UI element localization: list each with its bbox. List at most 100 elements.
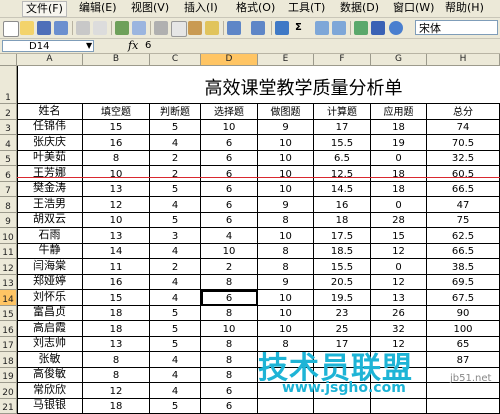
score-cell[interactable]: 4 [150,352,201,368]
score-cell[interactable]: 10 [258,166,314,182]
menu-file[interactable]: 文件(F) [22,1,67,17]
score-cell[interactable]: 8 [201,352,258,368]
cut-icon[interactable] [154,21,168,35]
row-header[interactable]: 10 [0,228,17,244]
menu-tools[interactable]: 工具(T) [285,1,328,15]
print-icon[interactable] [76,21,90,35]
row-header[interactable]: 13 [0,274,17,290]
score-cell[interactable]: 18 [83,321,150,337]
row-header[interactable]: 19 [0,367,17,383]
score-cell[interactable]: 10 [83,166,150,182]
score-cell[interactable]: 8 [83,352,150,368]
score-cell[interactable]: 10 [258,228,314,244]
row-header[interactable]: 1 [0,66,17,104]
student-name-cell[interactable]: 常欣欣 [17,383,83,399]
score-cell[interactable]: 4 [201,228,258,244]
score-cell[interactable]: 5 [150,119,201,135]
score-cell[interactable]: 0 [371,197,427,213]
score-cell[interactable]: 67.5 [427,290,500,306]
name-box[interactable]: D14 [2,40,94,52]
score-cell[interactable]: 62.5 [427,228,500,244]
score-cell[interactable]: 75 [427,212,500,228]
score-cell[interactable]: 4 [150,290,201,306]
row-header[interactable]: 15 [0,305,17,321]
score-cell[interactable]: 100 [427,321,500,337]
menu-format[interactable]: 格式(O) [233,1,278,15]
column-title-cell[interactable]: 填空题 [83,104,150,120]
score-cell[interactable]: 4 [150,274,201,290]
score-cell[interactable]: 15.5 [314,259,371,275]
score-cell[interactable]: 12 [83,383,150,399]
paste-icon[interactable] [188,21,202,35]
select-all-corner[interactable] [0,54,17,66]
student-name-cell[interactable]: 刘怀乐 [17,290,83,306]
score-cell[interactable]: 70.5 [427,135,500,151]
student-name-cell[interactable]: 叶美茹 [17,150,83,166]
score-cell[interactable]: 2 [150,259,201,275]
score-cell[interactable]: 18.5 [314,243,371,259]
score-cell[interactable]: 18 [371,119,427,135]
score-cell[interactable] [314,398,371,414]
score-cell[interactable]: 5 [150,336,201,352]
score-cell[interactable]: 10 [201,119,258,135]
score-cell[interactable]: 6 [201,398,258,414]
student-name-cell[interactable]: 王芳娜 [17,166,83,182]
score-cell[interactable]: 9 [258,274,314,290]
score-cell[interactable]: 2 [150,150,201,166]
score-cell[interactable]: 10 [258,135,314,151]
formula-input[interactable]: 6 [145,39,151,53]
score-cell[interactable]: 10 [83,212,150,228]
row-header[interactable]: 5 [0,150,17,166]
student-name-cell[interactable]: 刘志帅 [17,336,83,352]
score-cell[interactable]: 9 [258,119,314,135]
student-name-cell[interactable]: 富昌贞 [17,305,83,321]
score-cell[interactable]: 12 [83,197,150,213]
permission-icon[interactable] [54,21,68,35]
column-header-f[interactable]: F [314,54,371,66]
score-cell[interactable]: 8 [201,367,258,383]
score-cell[interactable]: 8 [201,305,258,321]
student-name-cell[interactable]: 马银银 [17,398,83,414]
open-icon[interactable] [20,21,34,35]
function-icon[interactable]: fx [128,39,138,53]
student-name-cell[interactable]: 胡双云 [17,212,83,228]
student-name-cell[interactable]: 石雨 [17,228,83,244]
column-header-h[interactable]: H [427,54,500,66]
score-cell[interactable]: 6 [201,135,258,151]
score-cell[interactable] [371,398,427,414]
student-name-cell[interactable]: 任锦伟 [17,119,83,135]
score-cell[interactable]: 5 [150,212,201,228]
column-header-a[interactable]: A [17,54,83,66]
menu-window[interactable]: 窗口(W) [390,1,437,15]
score-cell[interactable]: 17 [314,119,371,135]
student-name-cell[interactable]: 樊金涛 [17,181,83,197]
score-cell[interactable]: 2 [150,166,201,182]
score-cell[interactable]: 32 [371,321,427,337]
score-cell[interactable]: 16 [83,274,150,290]
score-cell[interactable]: 28 [371,212,427,228]
drawing-icon[interactable] [371,21,385,35]
score-cell[interactable]: 87 [427,352,500,368]
score-cell[interactable]: 18 [83,305,150,321]
score-cell[interactable]: 8 [201,274,258,290]
score-cell[interactable]: 18 [371,166,427,182]
row-header[interactable]: 2 [0,104,17,120]
score-cell[interactable]: 6 [201,166,258,182]
print-preview-icon[interactable] [93,21,107,35]
score-cell[interactable]: 60.5 [427,166,500,182]
row-header[interactable]: 9 [0,212,17,228]
score-cell[interactable]: 12 [371,274,427,290]
score-cell[interactable]: 10 [258,181,314,197]
autosum-icon[interactable]: Σ [295,21,302,35]
column-title-cell[interactable]: 判断题 [150,104,201,120]
score-cell[interactable]: 38.5 [427,259,500,275]
score-cell[interactable]: 8 [258,243,314,259]
menu-insert[interactable]: 插入(I) [181,1,221,15]
score-cell[interactable]: 15 [371,228,427,244]
score-cell[interactable]: 25 [314,321,371,337]
score-cell[interactable]: 26 [371,305,427,321]
score-cell[interactable]: 6.5 [314,150,371,166]
score-cell[interactable]: 8 [201,336,258,352]
copy-icon[interactable] [171,21,187,37]
row-header[interactable]: 12 [0,259,17,275]
